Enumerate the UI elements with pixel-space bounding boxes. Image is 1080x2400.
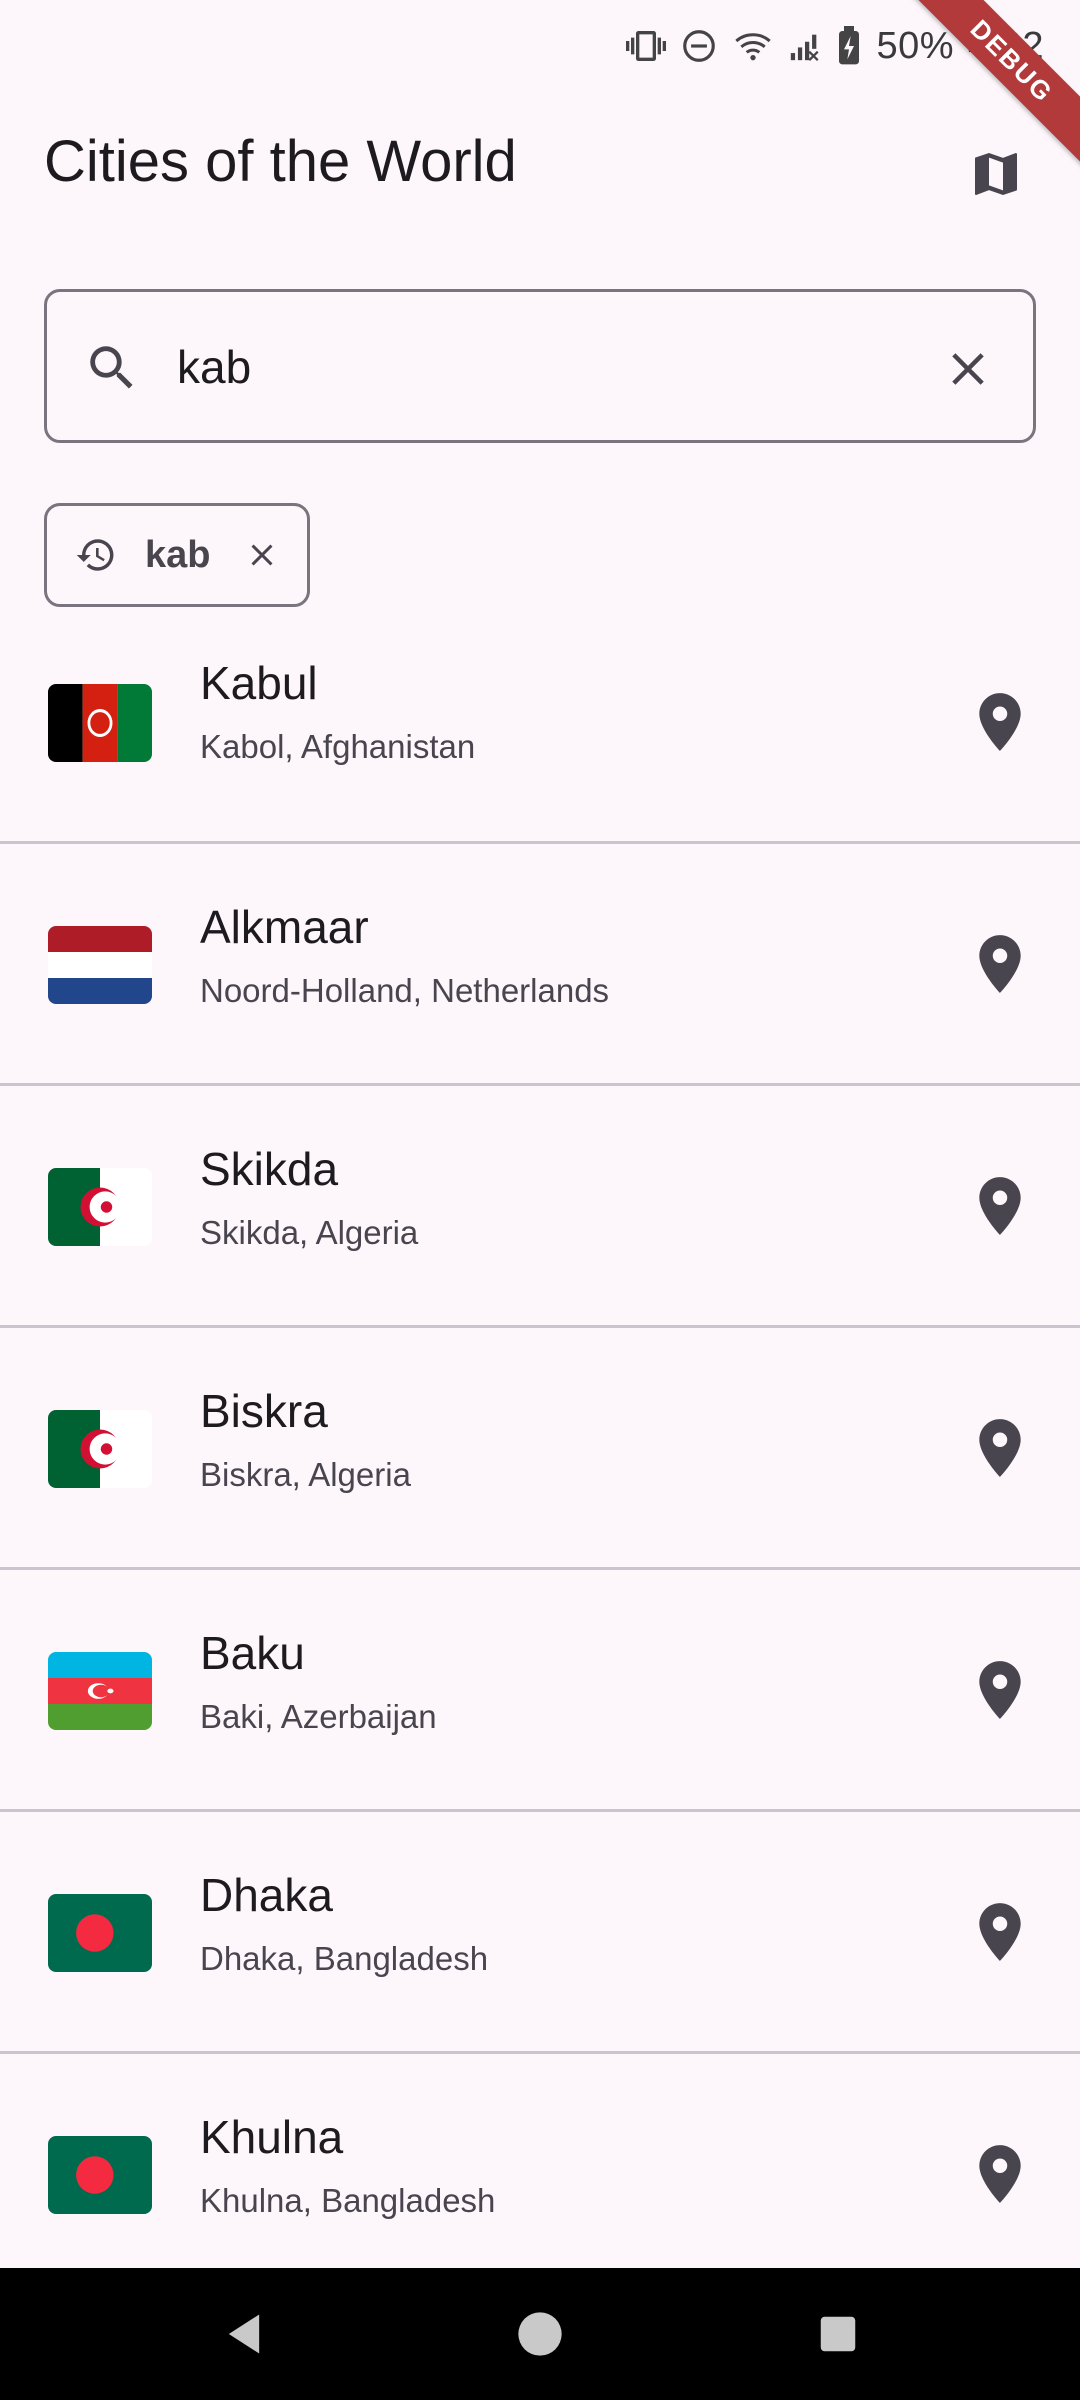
map-button[interactable] [948,126,1044,222]
algeria-flag-icon [48,1168,152,1246]
azerbaijan-flag-icon [48,1652,152,1730]
map-icon [975,153,1017,195]
show-on-map-button[interactable] [958,680,1042,764]
remove-history-button[interactable] [244,537,280,573]
location-pin-icon [979,2145,1021,2203]
app-bar: Cities of the World [0,92,1080,242]
status-bar: 50% 4:02 DEBUG [0,0,1080,170]
algeria-flag-icon [48,1410,152,1488]
history-chip-label: kab [145,533,211,576]
city-name: Skikda [200,1143,339,1195]
list-item[interactable]: Skikda Skikda, Algeria [0,1086,1080,1328]
location-pin-icon [979,935,1021,993]
history-icon [76,539,114,571]
show-on-map-button[interactable] [958,1164,1042,1248]
show-on-map-button[interactable] [958,1890,1042,1974]
back-icon [228,2314,260,2354]
city-region: Khulna, Bangladesh [200,2182,496,2219]
close-icon [952,353,984,385]
show-on-map-button[interactable] [958,1648,1042,1732]
list-item[interactable]: Biskra Biskra, Algeria [0,1328,1080,1570]
battery-icon [839,26,860,65]
location-pin-icon [979,1177,1021,1235]
recents-icon [820,2316,856,2352]
show-on-map-button[interactable] [958,2132,1042,2216]
system-nav-bar [0,2268,1080,2400]
show-on-map-button[interactable] [958,1406,1042,1490]
list-item[interactable]: Kabul Kabol, Afghanistan [0,640,1080,844]
dnd-icon [683,30,716,62]
close-icon [251,544,273,566]
list-item[interactable]: Baku Baki, Azerbaijan [0,1570,1080,1812]
list-item[interactable]: Alkmaar Noord-Holland, Netherlands [0,844,1080,1086]
city-name: Biskra [200,1385,328,1437]
city-region: Baki, Azerbaijan [200,1698,437,1735]
city-region: Skikda, Algeria [200,1214,419,1251]
clear-search-button[interactable] [925,326,1011,412]
bangladesh-flag-icon [48,2136,152,2214]
city-region: Kabol, Afghanistan [200,728,476,765]
home-icon [518,2312,562,2356]
city-list: Kabul Kabol, Afghanistan Alkmaar Noord-H… [0,640,1080,2296]
wifi-icon [735,33,772,61]
netherlands-flag-icon [48,926,152,1004]
location-pin-icon [979,1903,1021,1961]
page-title: Cities of the World [44,129,517,194]
location-pin-icon [979,693,1021,751]
search-history-chip[interactable]: kab [44,503,310,607]
search-icon [83,339,141,402]
screen: 50% 4:02 DEBUG Cities of the World kab [0,0,1080,2400]
recents-button[interactable] [802,2298,874,2370]
bangladesh-flag-icon [48,1894,152,1972]
location-pin-icon [979,1419,1021,1477]
city-region: Biskra, Algeria [200,1456,411,1493]
list-item[interactable]: Khulna Khulna, Bangladesh [0,2054,1080,2296]
city-region: Dhaka, Bangladesh [200,1940,489,1977]
afghanistan-flag-icon [48,684,152,762]
location-pin-icon [979,1661,1021,1719]
signal-icon [791,34,820,61]
search-field[interactable] [44,289,1036,443]
search-input[interactable] [177,322,937,412]
back-button[interactable] [208,2298,280,2370]
city-name: Baku [200,1627,305,1679]
list-item[interactable]: Dhaka Dhaka, Bangladesh [0,1812,1080,2054]
battery-percent: 50% [876,24,955,67]
vibrate-icon [626,31,667,61]
city-name: Kabul [200,657,318,709]
city-name: Dhaka [200,1869,333,1921]
show-on-map-button[interactable] [958,922,1042,1006]
city-region: Noord-Holland, Netherlands [200,972,610,1009]
city-name: Alkmaar [200,901,369,953]
home-button[interactable] [504,2298,576,2370]
city-name: Khulna [200,2111,344,2163]
